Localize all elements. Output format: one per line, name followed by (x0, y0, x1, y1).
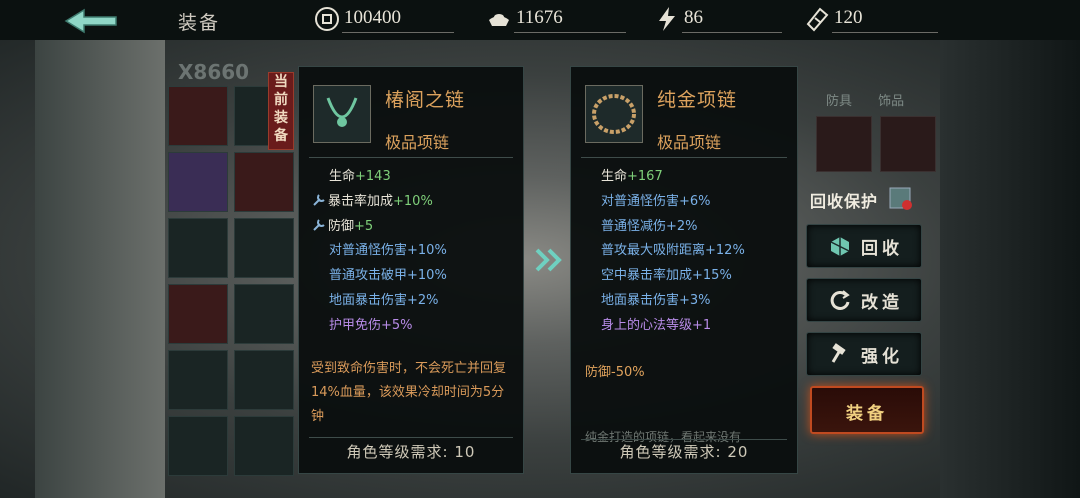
inventory-count: X8660 (178, 60, 250, 84)
background-right (940, 40, 1080, 498)
recycle-protect-label: 回收保护 (810, 192, 879, 211)
recycle-protect-toggle-icon[interactable] (888, 186, 914, 212)
reforge-button-label: 改造 (861, 293, 903, 313)
current-equipped-badge: 当前装备 (268, 72, 294, 150)
stat-row: 护甲免伤+5% (329, 318, 413, 333)
item-grade: 极品项链 (385, 133, 450, 152)
current-item-panel: 椿阁之链 极品项链 生命+143 暴击率加成+10% 防御+5 对普通怪伤害+1… (298, 66, 524, 474)
inventory-slot[interactable] (880, 116, 936, 172)
resource-energy: 86 (654, 4, 784, 34)
stat-row: 生命+143 (329, 169, 391, 184)
stat-row: 生命+167 (601, 169, 663, 184)
coin-icon (315, 7, 339, 31)
level-requirement: 角色等级需求: 10 (346, 443, 476, 461)
item-name: 椿阁之链 (385, 89, 466, 111)
divider (682, 32, 782, 33)
right-tabs: 防具 饰品 (826, 90, 926, 109)
stat-row: 普攻最大吸附距离+12% (601, 243, 745, 258)
necklace-icon (313, 85, 371, 143)
wrench-icon (313, 219, 325, 231)
enhance-button-label: 强化 (861, 347, 903, 367)
item-grade: 极品项链 (657, 133, 722, 152)
divider (309, 157, 513, 158)
stat-row: 身上的心法等级+1 (601, 318, 712, 333)
compare-arrow-icon (535, 248, 562, 272)
inventory-slot[interactable] (168, 416, 228, 476)
stat-row: 对普通怪伤害+6% (601, 194, 711, 209)
tab-accessories[interactable]: 饰品 (878, 94, 904, 109)
inventory-slot[interactable] (234, 416, 294, 476)
stat-row: 地面暴击伤害+2% (329, 293, 439, 308)
background-left (35, 40, 165, 498)
refresh-icon (830, 290, 850, 310)
equip-button[interactable]: 装备 (810, 386, 924, 434)
stat-row: 防御+5 (313, 215, 373, 234)
stat-row: 空中暴击率加成+15% (601, 268, 732, 283)
resource-ticket: 120 (804, 4, 944, 34)
compare-item-panel: 纯金项链 极品项链 生命+167 对普通怪伤害+6% 普通怪减伤+2% 普攻最大… (570, 66, 798, 474)
inventory-slot[interactable] (168, 218, 228, 278)
recycle-button-label: 回收 (861, 239, 903, 259)
coins-value: 100400 (344, 7, 401, 28)
level-requirement: 角色等级需求: 20 (619, 443, 749, 461)
hammer-icon (831, 343, 846, 363)
gold-necklace-icon (585, 85, 643, 143)
recycle-button[interactable]: 回收 (806, 224, 922, 268)
resource-silver: 11676 (486, 4, 626, 34)
divider (342, 32, 454, 33)
enhance-button[interactable]: 强化 (806, 332, 922, 376)
energy-value: 86 (684, 7, 703, 28)
stat-row: 地面暴击伤害+3% (601, 293, 711, 308)
inventory-slot[interactable] (816, 116, 872, 172)
inventory-slot[interactable] (234, 284, 294, 344)
silver-value: 11676 (516, 7, 563, 28)
equip-button-label: 装备 (846, 404, 888, 424)
stat-row: 普通攻击破甲+10% (329, 268, 447, 283)
inventory-slot[interactable] (168, 86, 228, 146)
resource-coins: 100400 (314, 4, 454, 34)
stat-row: 普通怪减伤+2% (601, 219, 698, 234)
reforge-button[interactable]: 改造 (806, 278, 922, 322)
cube-icon (830, 237, 850, 256)
energy-bolt-icon (659, 7, 675, 31)
item-name: 纯金项链 (657, 89, 738, 111)
inventory-slot[interactable] (168, 152, 228, 212)
stat-diff-row: 防御-50% (585, 365, 645, 380)
inventory-slot[interactable] (234, 218, 294, 278)
wrench-icon (313, 194, 325, 206)
ticket-icon (806, 7, 829, 32)
divider (581, 439, 787, 440)
divider (514, 32, 626, 33)
top-bar: 装备 100400 11676 86 120 (0, 0, 1080, 40)
inventory-slot[interactable] (234, 350, 294, 410)
ticket-value: 120 (834, 7, 863, 28)
tab-armor[interactable]: 防具 (826, 94, 852, 109)
item-description: 受到致命伤害时，不会死亡并回复14%血量，该效果冷却时间为5分钟 (311, 361, 507, 424)
silver-ingot-icon (489, 14, 509, 26)
inventory-slot[interactable] (168, 284, 228, 344)
stat-row: 对普通怪伤害+10% (329, 243, 447, 258)
divider (832, 32, 938, 33)
stat-row: 暴击率加成+10% (313, 190, 433, 209)
page-title: 装备 (178, 12, 221, 34)
divider (581, 157, 787, 158)
inventory-slot[interactable] (234, 152, 294, 212)
inventory-slot[interactable] (168, 350, 228, 410)
divider (309, 437, 513, 438)
back-arrow-icon[interactable] (62, 8, 122, 34)
